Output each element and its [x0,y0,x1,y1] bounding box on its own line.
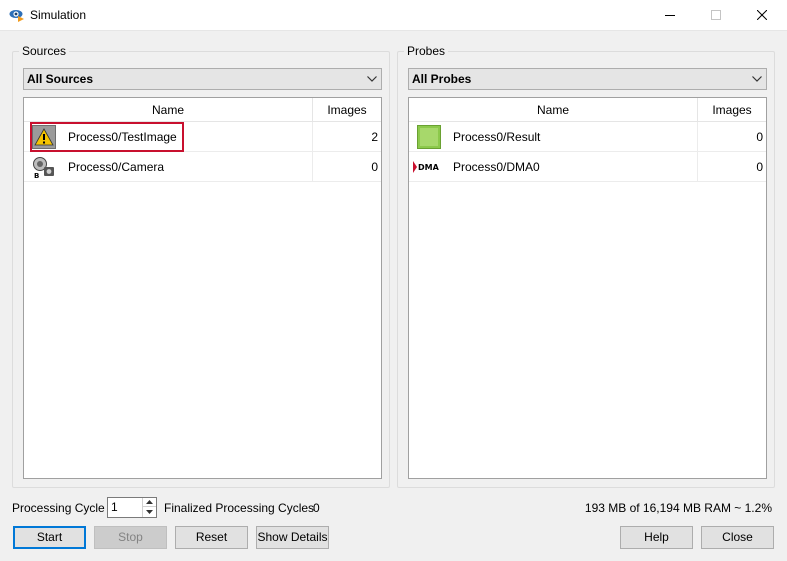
dma-icon: DMA [413,161,440,173]
dma-icon-text: DMA [418,163,440,172]
minimize-button[interactable] [647,0,693,30]
warning-icon [32,125,56,149]
sources-filter-value: All Sources [27,72,94,86]
stepper-up-button[interactable] [143,498,156,507]
list-item[interactable]: DMA Process0/DMA0 0 [409,152,766,182]
source-images-count: 2 [371,130,378,144]
list-item[interactable]: B Process0/Camera 0 [24,152,381,182]
sources-list-header: Name Images [24,98,381,122]
start-button[interactable]: Start [13,526,86,549]
reset-button[interactable]: Reset [175,526,248,549]
memory-status: 193 MB of 16,194 MB RAM ~ 1.2% [584,501,772,515]
stepper-down-button[interactable] [143,507,156,516]
list-item[interactable]: Process0/TestImage 2 [24,122,381,152]
chevron-down-icon [752,76,762,82]
probe-name: Process0/DMA0 [453,160,540,174]
probes-filter-value: All Probes [412,72,472,86]
sources-group-label: Sources [19,44,70,58]
column-header-images[interactable]: Images [698,98,766,121]
probes-filter-select[interactable]: All Probes [408,68,767,90]
maximize-button[interactable] [693,0,739,30]
minimize-icon [665,15,675,16]
source-images-count: 0 [371,160,378,174]
chevron-up-icon [146,500,153,504]
probes-group: Probes All Probes Name Images Process0/R… [397,44,775,488]
probes-list-header: Name Images [409,98,766,122]
column-header-name[interactable]: Name [409,98,698,121]
sources-group: Sources All Sources Name Images Process0… [12,44,390,488]
column-header-name[interactable]: Name [24,98,313,121]
maximize-icon [711,10,721,20]
probe-images-count: 0 [756,160,763,174]
probe-images-count: 0 [756,130,763,144]
close-button[interactable]: Close [701,526,774,549]
column-header-images[interactable]: Images [313,98,381,121]
stop-button[interactable]: Stop [94,526,167,549]
finalized-cycles-value: 0 [313,501,320,515]
chevron-down-icon [146,509,153,514]
sources-list[interactable]: Name Images Process0/TestImage 2 B Proce… [23,97,382,479]
finalized-cycles-label: Finalized Processing Cycles [164,501,315,515]
probes-group-label: Probes [404,44,449,58]
processing-cycle-stepper[interactable]: 1 [107,497,157,518]
eye-play-icon [9,10,24,22]
camera-icon: B [33,157,54,179]
probe-name: Process0/Result [453,130,541,144]
window-title: Simulation [30,8,87,22]
probes-list[interactable]: Name Images Process0/Result 0 DMA Proces… [408,97,767,479]
processing-cycle-label: Processing Cycle [12,501,105,515]
help-button[interactable]: Help [620,526,693,549]
close-window-button[interactable] [739,0,785,30]
processing-cycle-value[interactable]: 1 [111,500,118,514]
svg-text:B: B [34,172,39,179]
source-name: Process0/Camera [68,160,165,174]
chevron-down-icon [367,76,377,82]
result-icon [417,125,441,149]
title-bar: Simulation [0,0,787,31]
source-name: Process0/TestImage [68,130,177,144]
list-item[interactable]: Process0/Result 0 [409,122,766,152]
sources-filter-select[interactable]: All Sources [23,68,382,90]
close-icon [757,10,767,20]
show-details-button[interactable]: Show Details [256,526,329,549]
